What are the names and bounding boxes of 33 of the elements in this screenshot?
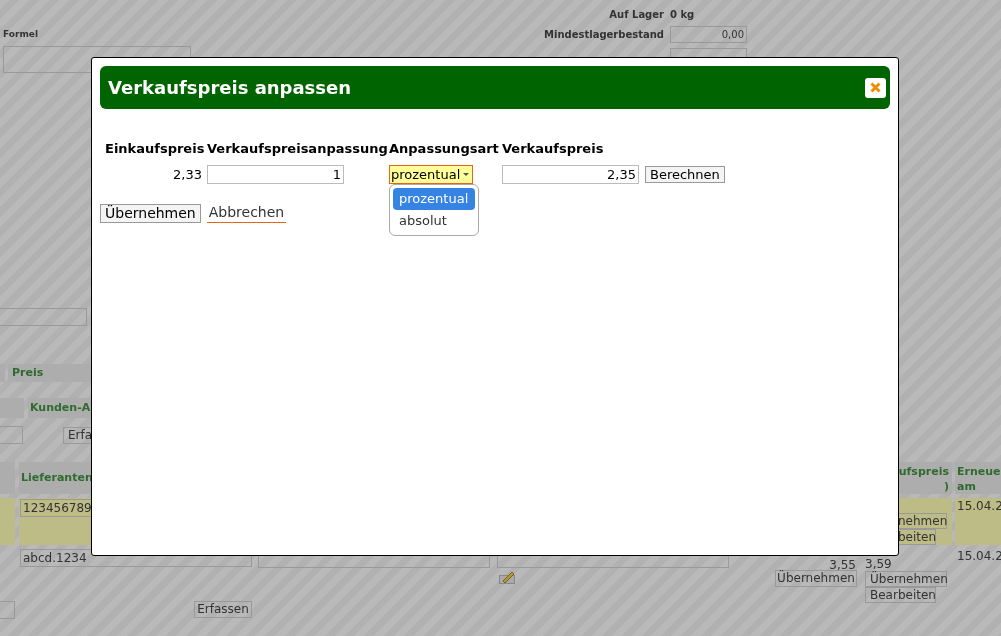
dropdown[interactable]: prozentual	[389, 164, 473, 184]
column-header: Einkaufspreis	[104, 140, 206, 158]
input-field[interactable]: 1	[207, 164, 344, 184]
close-button[interactable]	[865, 77, 886, 98]
column-header: Verkaufspreisanpassung	[207, 140, 389, 158]
field-value: 0 kg	[670, 8, 695, 22]
add-button[interactable]: Erfassen	[194, 601, 252, 618]
dialog-title: Verkaufspreis anpassen	[108, 76, 352, 100]
close-icon	[870, 82, 881, 93]
column-header: Erneue am	[955, 462, 1001, 494]
caret-icon	[463, 172, 470, 176]
date-text: 15.04.2	[957, 549, 1001, 563]
purchase-price: 2,33	[172, 165, 203, 184]
action-button[interactable]: Übernehmen	[865, 571, 947, 587]
input-field[interactable]	[0, 308, 87, 326]
input-field[interactable]	[0, 426, 23, 444]
input-field[interactable]	[0, 601, 15, 619]
calculate-button[interactable]: Berechnen	[645, 165, 725, 183]
dropdown-option[interactable]: prozentual	[393, 187, 475, 210]
field-label: Auf Lager	[609, 8, 664, 22]
input-field[interactable]: 2,35	[502, 164, 639, 184]
column-header: Anpassungsart	[389, 140, 500, 158]
field-label: Mindestlagerbestand	[544, 28, 664, 42]
apply-button[interactable]: Übernehmen	[775, 570, 857, 587]
input-field[interactable]: 0,00	[670, 26, 747, 43]
action-button[interactable]: Bearbeiten	[865, 587, 936, 603]
cancel-link[interactable]: Abbrechen	[206, 204, 287, 223]
apply-button[interactable]: Übernehmen	[100, 204, 201, 223]
field-label: Formel	[3, 28, 38, 41]
sale-price: 3,59	[865, 557, 892, 571]
column-header: Verkaufspreis	[502, 140, 605, 158]
pencil-icon	[499, 570, 515, 584]
date-text: 15.04.2	[957, 499, 1001, 513]
